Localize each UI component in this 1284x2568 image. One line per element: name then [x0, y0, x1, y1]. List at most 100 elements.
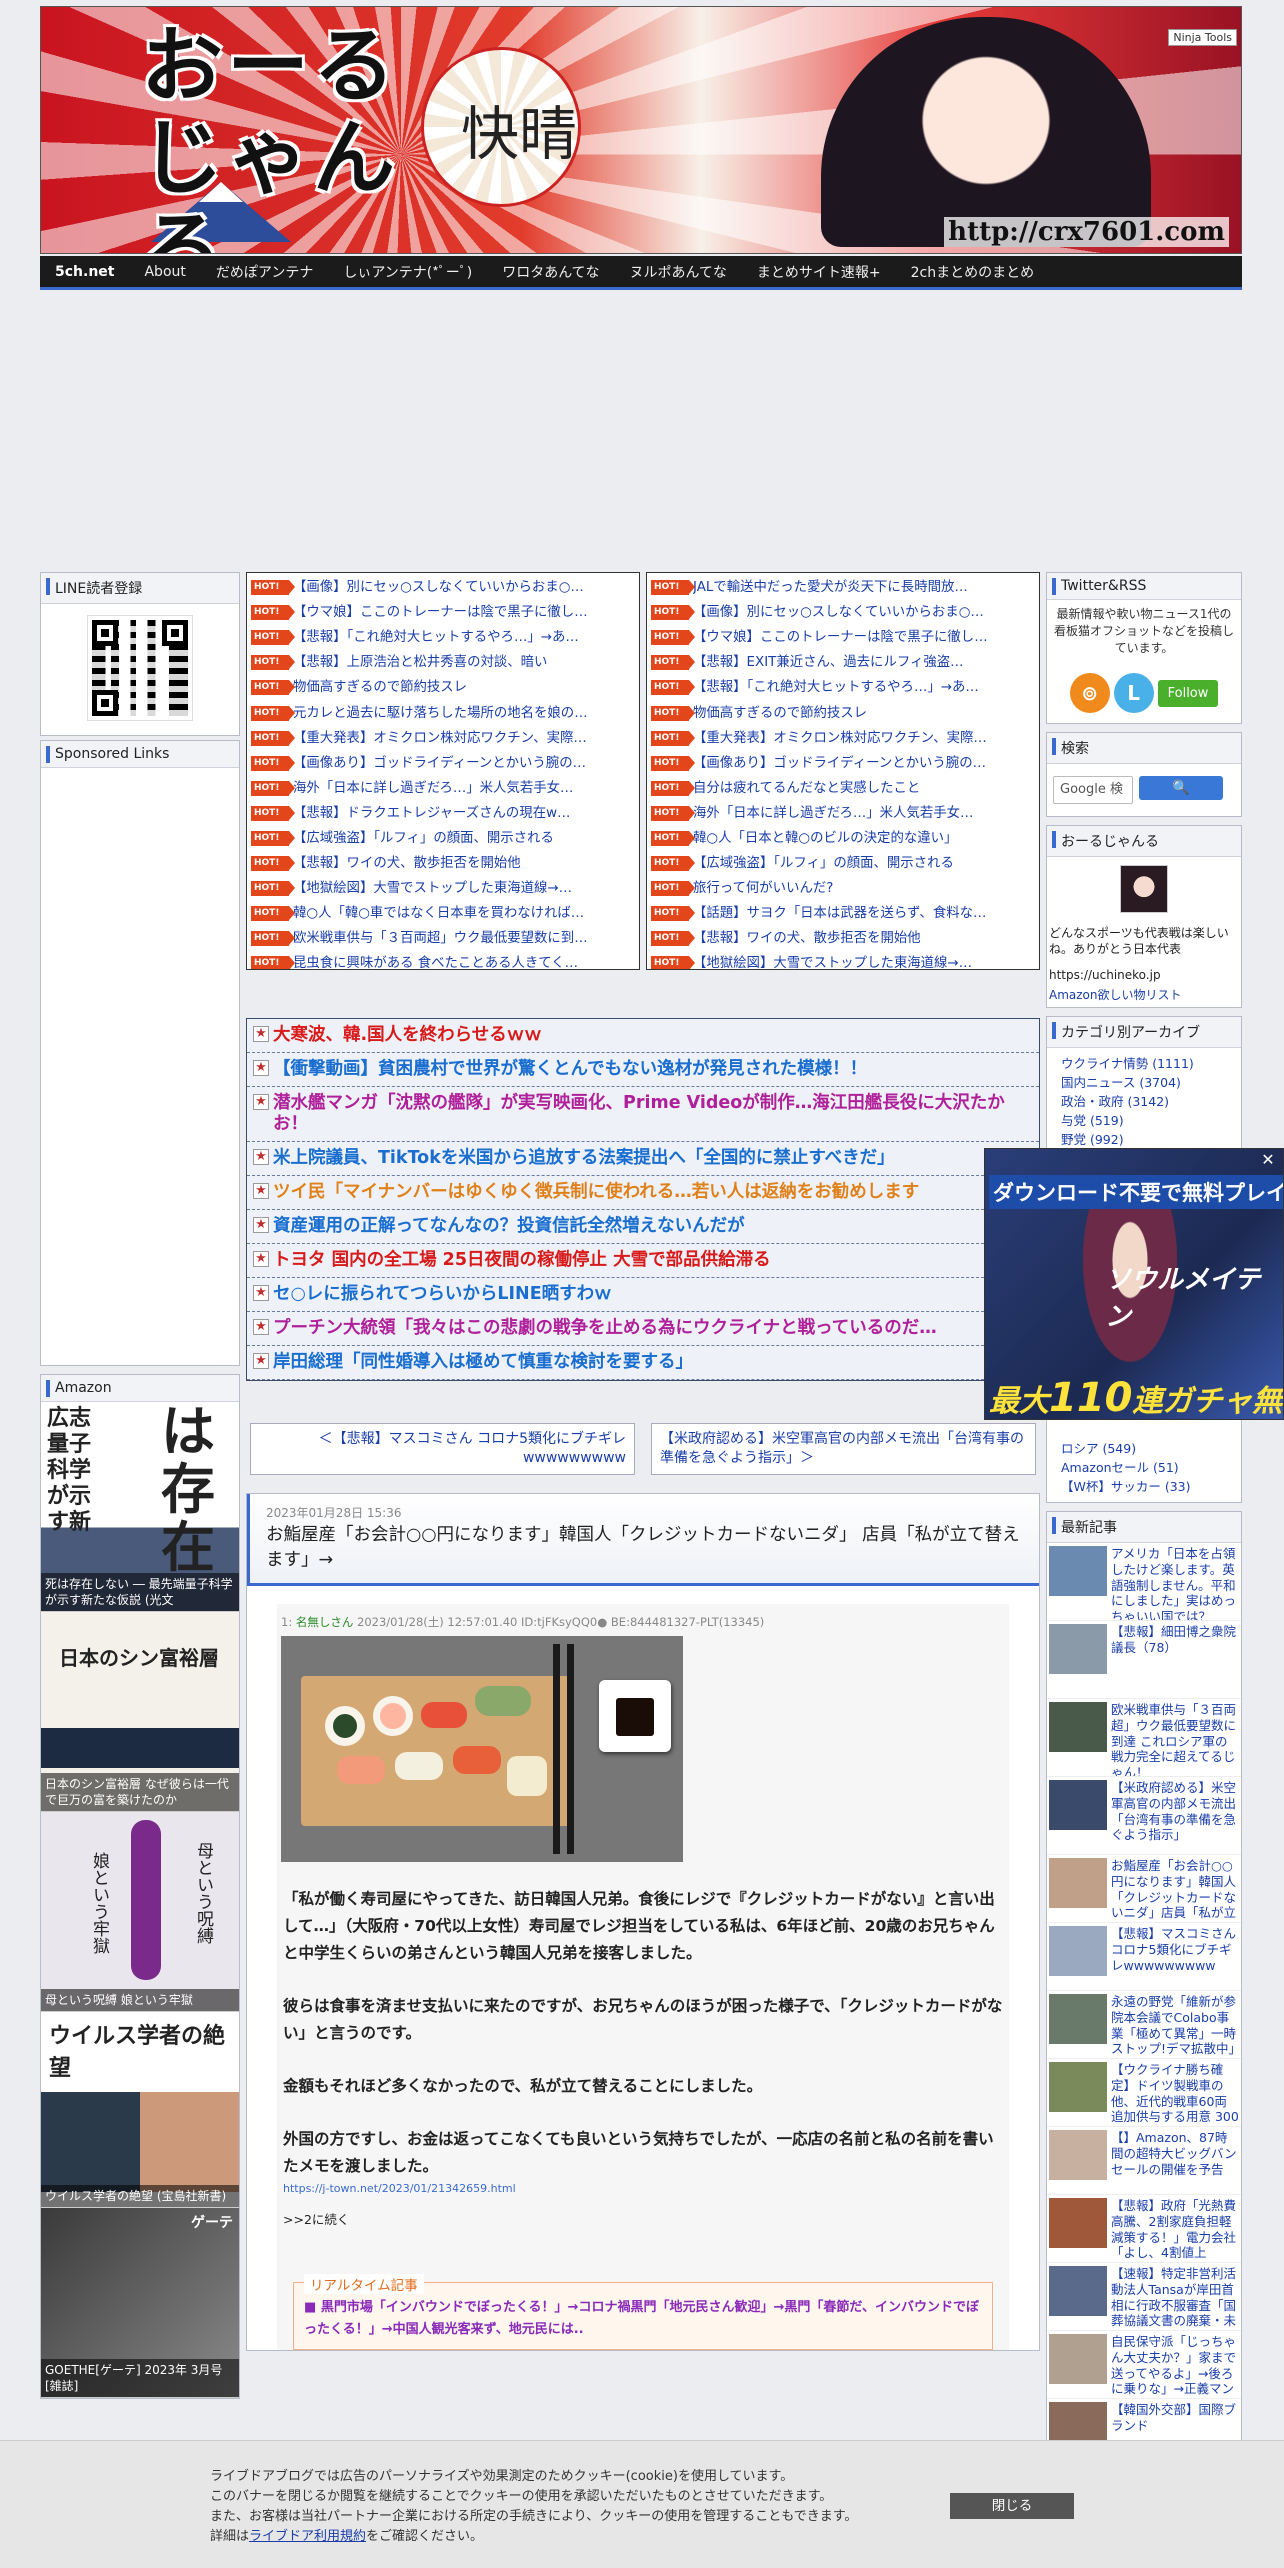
featured-headline-link[interactable]: 資産運用の正解ってなんなの？投資信託全然増えないんだが — [247, 1210, 1039, 1244]
antenna-link-item[interactable]: HOT! 旅行って何がいいんだ? — [651, 876, 1035, 901]
antenna-link-text[interactable]: 自分は疲れてるんだなと実感したこと — [693, 776, 920, 801]
latest-article-title[interactable]: 【ウクライナ勝ち確定】ドイツ製戦車の他、近代的戦車60両追加供与する用意 300… — [1111, 2062, 1239, 2126]
featured-headline-link[interactable]: プーチン大統領「我々はこの悲劇の戦争を止める為にウクライナと戦っているのだ… — [247, 1312, 1039, 1346]
featured-headline-link[interactable]: 岸田総理「同性婚導入は極めて慎重な検討を要する」 — [247, 1346, 1039, 1380]
latest-article-title[interactable]: 欧米戦車供与「３百両超」ウク最低要望数に到達 これロシア軍の戦力完全に超えてるじ… — [1111, 1702, 1239, 1776]
nav-item-matome-sokuho[interactable]: まとめサイト速報+ — [742, 262, 896, 282]
ninja-tools-badge[interactable]: Ninja Tools — [1168, 29, 1237, 46]
book-item[interactable]: ウイルス学者の絶望 ウイルス学者の絶望 (宝島社新書) — [41, 2012, 239, 2208]
follow-button[interactable]: Follow — [1157, 679, 1219, 707]
antenna-link-text[interactable]: 【悲報】「これ絶対大ヒットするやろ…」→あ… — [693, 675, 979, 700]
cookie-close-button[interactable]: 閉じる — [950, 2493, 1074, 2519]
antenna-link-item[interactable]: HOT! 欧米戦車供与「３百両超」ウク最低要望数に到… — [251, 926, 635, 951]
antenna-link-text[interactable]: 【広域強盗】「ルフィ」の顔面、開示される — [293, 826, 554, 851]
antenna-link-text[interactable]: 【悲報】ドラクエトレジャーズさんの現在w… — [293, 801, 570, 826]
antenna-link-text[interactable]: 【悲報】上原浩治と松井秀喜の対談、暗い — [293, 650, 547, 675]
sushi-photo[interactable] — [281, 1636, 683, 1862]
antenna-link-item[interactable]: HOT! 【画像】別にセッ○スしなくていいからおま○… — [651, 600, 1035, 625]
featured-headline-link[interactable]: 【衝撃動画】貧困農村で世界が驚くとんでもない逸材が発見された模様！！ — [247, 1053, 1039, 1087]
latest-article-title[interactable]: 【米政府認める】米空軍高官の内部メモ流出「台湾有事の準備を急ぐよう指示」 — [1111, 1780, 1239, 1851]
search-input[interactable]: Google 検 — [1053, 776, 1133, 804]
antenna-link-text[interactable]: 【画像】別にセッ○スしなくていいからおま○… — [293, 575, 584, 600]
antenna-link-item[interactable]: HOT! 【画像あり】ゴッドライディーンとかいう腕の… — [651, 751, 1035, 776]
antenna-link-item[interactable]: HOT! 物価高すぎるので節約技スレ — [251, 675, 635, 700]
antenna-link-text[interactable]: JALで輸送中だった愛犬が炎天下に長時間放… — [693, 575, 968, 600]
antenna-link-text[interactable]: 【ウマ娘】ここのトレーナーは陰で黒子に徹し… — [693, 625, 988, 650]
antenna-link-item[interactable]: HOT! 【地獄絵図】大雪でストップした東海道線→… — [251, 876, 635, 901]
featured-headline-link[interactable]: 米上院議員、TikTokを米国から追放する法案提出へ「全国的に禁止すべきだ」 — [247, 1142, 1039, 1176]
antenna-link-text[interactable]: 【悲報】EXIT兼近さん、過去にルフィ強盗… — [693, 650, 964, 675]
book-item[interactable]: 広志 量子科学が示す新 は存在 死は存在しない ― 最先端量子科学が示す新たな仮… — [41, 1402, 239, 1612]
antenna-link-text[interactable]: 昆虫食に興味がある 食べたことある人きてく… — [293, 951, 578, 969]
antenna-link-item[interactable]: HOT! 【広域強盗】「ルフィ」の顔面、開示される — [651, 851, 1035, 876]
antenna-link-text[interactable]: 【画像あり】ゴッドライディーンとかいう腕の… — [693, 751, 986, 776]
category-link[interactable]: 国内ニュース (3704) — [1061, 1073, 1227, 1092]
realtime-article-link[interactable]: ■ 黒門市場「インバウンドでぼったくる！」→コロナ禍黒門「地元民さん歓迎」→黒門… — [304, 2297, 982, 2341]
nav-item-shii[interactable]: しぃアンテナ(*ﾟーﾟ) — [328, 262, 487, 282]
latest-article-title[interactable]: 【悲報】マスコミさん コロナ5類化にブチギレwwwwwwwww — [1111, 1926, 1239, 1987]
floating-game-ad[interactable]: ダウンロード不要で無料プレイ! ソウルメイテン 最大110連ガチャ無料! ✕ — [984, 1148, 1284, 1420]
antenna-link-text[interactable]: 【悲報】ワイの犬、散歩拒否を開始他 — [293, 851, 521, 876]
antenna-link-text[interactable]: 物価高すぎるので節約技スレ — [293, 675, 467, 700]
antenna-link-text[interactable]: 【悲報】「これ絶対大ヒットするやろ…」→あ… — [293, 625, 579, 650]
antenna-link-item[interactable]: HOT! 韓○人「韓○車ではなく日本車を買わなければ… — [251, 901, 635, 926]
featured-headline-link[interactable]: 潜水艦マンガ「沈黙の艦隊」が実写映画化、Prime Videoが制作…海江田艦長… — [247, 1087, 1039, 1142]
antenna-link-item[interactable]: HOT! 【悲報】ワイの犬、散歩拒否を開始他 — [251, 851, 635, 876]
nav-item-damepo[interactable]: だめぽアンテナ — [201, 262, 328, 282]
latest-article-item[interactable]: アメリカ「日本を占領したけど楽します。英語強制しません。平和にしました」実はめっ… — [1047, 1543, 1241, 1621]
latest-article-item[interactable]: 【米政府認める】米空軍高官の内部メモ流出「台湾有事の準備を急ぐよう指示」 — [1047, 1777, 1241, 1855]
latest-article-item[interactable]: 【悲報】政府「光熱費高騰、2割家庭負担軽減策する！」電力会社「よし、4割値上げ！… — [1047, 2195, 1241, 2263]
featured-headline-link[interactable]: セ○レに振られてつらいからLINE晒すわｗ — [247, 1278, 1039, 1312]
featured-headline-link[interactable]: ツイ民「マイナンバーはゆくゆく徴兵制に使われる…若い人は返納をお勧めします — [247, 1176, 1039, 1210]
antenna-link-item[interactable]: HOT! 【悲報】上原浩治と松井秀喜の対談、暗い — [251, 650, 635, 675]
latest-article-item[interactable]: お鮨屋産「お会計○○円になります」韓国人「クレジットカードないニダ」店員「私が立… — [1047, 1855, 1241, 1923]
antenna-link-item[interactable]: HOT! 【悲報】EXIT兼近さん、過去にルフィ強盗… — [651, 650, 1035, 675]
latest-article-title[interactable]: アメリカ「日本を占領したけど楽します。英語強制しません。平和にしました」実はめっ… — [1111, 1546, 1239, 1620]
latest-article-item[interactable]: 欧米戦車供与「３百両超」ウク最低要望数に到達 これロシア軍の戦力完全に超えてるじ… — [1047, 1699, 1241, 1777]
latest-article-item[interactable]: 自民保守派「じっちゃん大丈夫か？」家まで送ってやるよ」→後ろに乗りな」→正義マン… — [1047, 2331, 1241, 2399]
livedoor-terms-link[interactable]: ライブドア利用規約 — [249, 2529, 366, 2544]
antenna-link-item[interactable]: HOT! 【重大発表】オミクロン株対応ワクチン、実際… — [651, 726, 1035, 751]
category-link[interactable]: 野党 (992) — [1061, 1130, 1227, 1149]
antenna-link-text[interactable]: 【画像あり】ゴッドライディーンとかいう腕の… — [293, 751, 586, 776]
featured-headline-link[interactable]: トヨタ 国内の全工場 25日夜間の稼働停止 大雪で部品供給滞る — [247, 1244, 1039, 1278]
antenna-link-text[interactable]: 【悲報】ワイの犬、散歩拒否を開始他 — [693, 926, 921, 951]
nav-item-nurupo[interactable]: ヌルポあんてな — [615, 262, 742, 282]
antenna-link-item[interactable]: HOT! 【悲報】ドラクエトレジャーズさんの現在w… — [251, 801, 635, 826]
antenna-link-item[interactable]: HOT! 物価高すぎるので節約技スレ — [651, 700, 1035, 725]
profile-url[interactable]: https://uchineko.jp — [1047, 961, 1241, 987]
search-button[interactable]: 🔍 — [1139, 776, 1223, 800]
category-link[interactable]: ウクライナ情勢 (1111) — [1061, 1054, 1227, 1073]
antenna-link-item[interactable]: HOT! 【ウマ娘】ここのトレーナーは陰で黒子に徹し… — [651, 625, 1035, 650]
antenna-link-text[interactable]: 欧米戦車供与「３百両超」ウク最低要望数に到… — [293, 926, 588, 951]
latest-article-title[interactable]: 永遠の野党「維新が参院本会議でColabo事業「極めて異常」一時ストップ!デマ拡… — [1111, 1994, 1241, 2056]
antenna-link-item[interactable]: HOT! 韓○人「日本と韓○のビルの決定的な違い」 — [651, 826, 1035, 851]
site-url[interactable]: http://crx7601.com — [944, 217, 1229, 247]
category-link[interactable]: 政治・政府 (3142) — [1061, 1092, 1227, 1111]
livedoor-icon[interactable]: L — [1113, 673, 1154, 713]
antenna-link-text[interactable]: 旅行って何がいいんだ? — [693, 876, 833, 901]
antenna-link-item[interactable]: HOT! 昆虫食に興味がある 食べたことある人きてく… — [251, 951, 635, 969]
antenna-link-item[interactable]: HOT! 【悲報】「これ絶対大ヒットするやろ…」→あ… — [251, 625, 635, 650]
antenna-link-item[interactable]: HOT! 【悲報】「これ絶対大ヒットするやろ…」→あ… — [651, 675, 1035, 700]
antenna-link-item[interactable]: HOT! 【地獄絵図】大雪でストップした東海道線→… — [651, 951, 1035, 969]
antenna-link-item[interactable]: HOT! 【広域強盗】「ルフィ」の顔面、開示される — [251, 826, 635, 851]
antenna-link-item[interactable]: HOT! 【画像あり】ゴッドライディーンとかいう腕の… — [251, 751, 635, 776]
antenna-link-text[interactable]: 【広域強盗】「ルフィ」の顔面、開示される — [693, 851, 954, 876]
antenna-link-item[interactable]: HOT! 海外「日本に詳し過ぎだろ…」米人気若手女… — [251, 776, 635, 801]
category-link[interactable]: 【W杯】サッカー (33) — [1061, 1477, 1227, 1496]
antenna-link-text[interactable]: 韓○人「韓○車ではなく日本車を買わなければ… — [293, 901, 584, 926]
latest-article-title[interactable]: 【】Amazon、87時間の超特大ビッグバンセールの開催を予告 — [1111, 2130, 1239, 2191]
site-header-banner[interactable]: 快晴 おーるじゃんる Ninja Tools http://crx7601.co… — [40, 6, 1242, 254]
latest-article-item[interactable]: 【悲報】細田博之衆院議長（78） — [1047, 1621, 1241, 1699]
latest-article-item[interactable]: 【】Amazon、87時間の超特大ビッグバンセールの開催を予告 — [1047, 2127, 1241, 2195]
book-item[interactable]: 日本のシン富裕層 日本のシン富裕層 なぜ彼らは一代で巨万の富を築けたのか — [41, 1612, 239, 1812]
latest-article-item[interactable]: 永遠の野党「維新が参院本会議でColabo事業「極めて異常」一時ストップ!デマ拡… — [1047, 1991, 1241, 2059]
featured-headline-link[interactable]: 大寒波、韓.国人を終わらせるｗｗ — [247, 1019, 1039, 1053]
latest-article-title[interactable]: 自民保守派「じっちゃん大丈夫か？」家まで送ってやるよ」→後ろに乗りな」→正義マン… — [1111, 2334, 1239, 2398]
antenna-link-text[interactable]: 【重大発表】オミクロン株対応ワクチン、実際… — [693, 726, 987, 751]
antenna-link-item[interactable]: HOT! 【重大発表】オミクロン株対応ワクチン、実際… — [251, 726, 635, 751]
antenna-link-text[interactable]: 海外「日本に詳し過ぎだろ…」米人気若手女… — [293, 776, 573, 801]
source-link[interactable]: https://j-town.net/2023/01/21342659.html — [277, 2182, 1009, 2195]
antenna-link-text[interactable]: 韓○人「日本と韓○のビルの決定的な違い」 — [693, 826, 957, 851]
